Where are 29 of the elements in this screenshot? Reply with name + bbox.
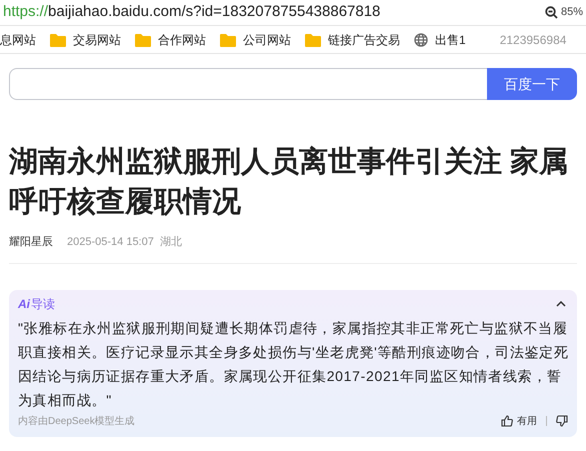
folder-icon xyxy=(135,32,151,46)
bookmark-item[interactable]: 出售1 xyxy=(414,30,466,48)
thumbs-up-icon[interactable] xyxy=(501,415,513,427)
useful-label[interactable]: 有用 xyxy=(517,414,537,428)
search-field[interactable] xyxy=(9,68,487,100)
location: 湖北 xyxy=(160,235,182,250)
publish-date: 2025-05-14 15:07 xyxy=(67,235,154,250)
bookmark-item[interactable]: 息网站 xyxy=(0,30,36,48)
globe-icon xyxy=(414,32,428,46)
bookmark-item[interactable]: 公司网站 xyxy=(220,30,291,48)
bookmark-item[interactable]: 交易网站 xyxy=(50,30,121,48)
summary-text: "张雅标在永州监狱服刑期间疑遭长期体罚虐待，家属指控其非正常死亡与监狱不当履职直接相关。医疗记录显示其全身多处损伤与'坐老虎凳'等酷刑痕迹吻合，司法鉴定死因结论与病历证据存重大矛盾。家属现公开征集2017-2021年同监区知情者线索，誓为真相而战。" xyxy=(18,318,570,410)
article-title: 湖南永州监狱服刑人员离世事件引关注 家属呼吁核查履职情况 xyxy=(9,144,570,220)
search-button[interactable]: 百度一下 xyxy=(487,68,577,100)
address-url[interactable]: https://baijiahao.baidu.com/s?id=1832078755438867818 xyxy=(3,1,380,24)
folder-icon xyxy=(50,32,66,46)
collapse-icon[interactable] xyxy=(556,300,566,306)
zoom-level: 85% xyxy=(560,5,583,20)
zoom-icon[interactable] xyxy=(544,6,558,19)
thumbs-down-icon[interactable] xyxy=(556,415,568,427)
folder-icon xyxy=(220,32,236,46)
bookmark-item[interactable]: 链接广告交易 xyxy=(305,30,400,48)
summary-title: 导读 xyxy=(31,296,55,312)
folder-icon xyxy=(305,32,321,46)
source-note: 内容由DeepSeek模型生成 xyxy=(18,414,135,428)
ai-label: Ai xyxy=(18,296,30,312)
bookmark-item[interactable]: 合作网站 xyxy=(135,30,206,48)
bookmark-note: 2123956984 xyxy=(500,32,566,48)
author-name[interactable]: 耀阳星辰 xyxy=(9,234,53,250)
